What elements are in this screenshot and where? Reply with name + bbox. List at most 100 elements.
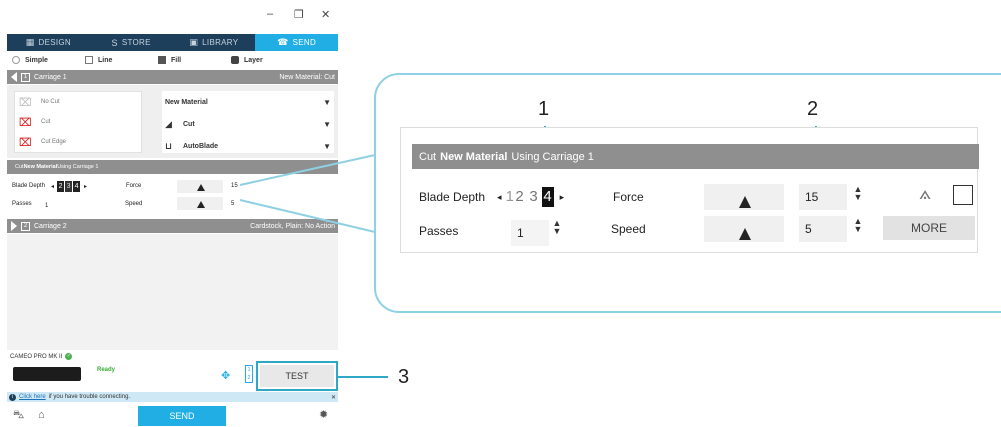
collapse-icon: [11, 72, 17, 82]
mode-layer[interactable]: Layer: [231, 56, 299, 64]
arrow-right-icon[interactable]: ▸: [560, 192, 565, 203]
minimize-button[interactable]: –: [267, 8, 273, 20]
zoom-force-input[interactable]: 15: [799, 184, 847, 210]
callout-1: 1: [538, 98, 550, 120]
tab-library[interactable]: ▣ LIBRARY: [173, 34, 256, 51]
material-dropdown[interactable]: New Material ▼: [162, 91, 334, 113]
option-cut-edge[interactable]: ⌧ Cut Edge: [15, 132, 141, 152]
passes-label: Passes: [12, 201, 32, 207]
blade-digit: 3: [65, 180, 73, 192]
arrow-right-icon[interactable]: ▸: [84, 183, 87, 190]
option-cut[interactable]: ⌧ Cut: [15, 112, 141, 132]
gear-icon[interactable]: ✹: [319, 408, 328, 421]
close-icon[interactable]: ✕: [331, 394, 336, 401]
dropdown-arrow-icon: ▼: [323, 97, 331, 107]
carriage-1-panel: ⌧ No Cut ⌧ Cut ⌧ Cut Edge New Material ▼…: [7, 85, 338, 158]
cut-header-prefix: Cut: [15, 164, 24, 170]
tab-send[interactable]: ☎ SEND: [255, 34, 338, 51]
speed-value[interactable]: 5: [231, 196, 234, 212]
mode-fill-label: Fill: [171, 56, 182, 64]
history-icon[interactable]: ⛍: [13, 409, 24, 423]
zoom-passes-input[interactable]: 1: [511, 220, 549, 246]
carriage-2-bar[interactable]: 2 Carriage 2 Cardstock, Plain: No Action: [7, 219, 338, 233]
zoom-header-material: New Material: [440, 150, 508, 163]
arrow-left-icon[interactable]: ◂: [497, 192, 502, 203]
force-spinner-icon[interactable]: ▲ ▼: [853, 185, 863, 202]
restore-button[interactable]: ❐: [294, 8, 304, 21]
more-button[interactable]: MORE: [883, 216, 975, 240]
zoomed-cut-settings: Cut New Material Using Carriage 1 Blade …: [400, 127, 979, 253]
cut-preview-icon[interactable]: ⟑: [919, 182, 931, 205]
cut-header-material: New Material: [23, 164, 58, 170]
option-no-cut-label: No Cut: [41, 99, 60, 105]
zoom-passes-value: 1: [517, 226, 524, 240]
tab-send-label: SEND: [292, 38, 317, 47]
force-value[interactable]: 15: [231, 178, 238, 194]
mode-selector: Simple Line Fill Layer: [7, 51, 338, 69]
passes-spinner-icon[interactable]: ▲ ▼: [552, 219, 562, 236]
send-button[interactable]: SEND: [138, 406, 226, 426]
material-value: New Material: [165, 98, 208, 106]
test-button[interactable]: TEST: [260, 365, 334, 387]
zoom-header-prefix: Cut: [419, 150, 437, 163]
close-button[interactable]: ✕: [321, 8, 330, 21]
arrow-left-icon[interactable]: ◂: [51, 183, 54, 190]
action-value: Cut: [183, 120, 195, 128]
zoom-header-suffix: Using Carriage 1: [511, 150, 594, 163]
option-cut-label: Cut: [41, 119, 51, 125]
tab-store[interactable]: S STORE: [90, 34, 173, 51]
blade-digit: 2: [513, 187, 526, 207]
mode-fill[interactable]: Fill: [158, 56, 226, 64]
blade-digit: 2: [57, 180, 65, 192]
mode-line-label: Line: [98, 56, 113, 64]
nav-tabs: ▦ DESIGN S STORE ▣ LIBRARY ☎ SEND: [7, 34, 338, 51]
zoom-blade-depth-label: Blade Depth: [419, 190, 486, 204]
force-label: Force: [126, 183, 142, 189]
slider-thumb[interactable]: [197, 184, 205, 191]
blade-depth-row: Blade Depth ◂ 2 3 4 ▸: [12, 178, 87, 194]
cut-settings: Blade Depth ◂ 2 3 4 ▸ Force 15 Passes 1 …: [7, 174, 338, 214]
zoom-speed-slider[interactable]: [704, 216, 784, 242]
speed-slider[interactable]: [177, 197, 223, 210]
slider-thumb[interactable]: [739, 196, 751, 208]
mode-layer-label: Layer: [244, 56, 263, 64]
tab-design[interactable]: ▦ DESIGN: [7, 34, 90, 51]
carriage-2-material: Cardstock, Plain: No Action: [250, 222, 335, 230]
speed-spinner-icon[interactable]: ▲ ▼: [853, 217, 863, 234]
passes-value[interactable]: 1: [45, 198, 48, 214]
zoom-speed-input[interactable]: 5: [799, 216, 847, 242]
option-no-cut[interactable]: ⌧ No Cut: [15, 92, 141, 112]
slider-thumb[interactable]: [739, 228, 751, 240]
mode-simple[interactable]: Simple: [12, 56, 80, 64]
force-slider[interactable]: [177, 180, 223, 193]
connection-info-bar: i Click here if you have trouble connect…: [7, 392, 338, 402]
carriage-1-bar[interactable]: 1 Carriage 1 New Material: Cut: [7, 70, 338, 84]
move-arrows-icon[interactable]: ✥: [221, 369, 230, 382]
zoom-force-value: 15: [805, 190, 819, 204]
tool-dropdown[interactable]: ⊔ AutoBlade ▼: [162, 135, 334, 157]
carriage-select-icon[interactable]: 12: [245, 365, 253, 383]
speed-label: Speed: [125, 201, 143, 207]
tab-library-label: LIBRARY: [202, 38, 239, 47]
carriage-1-material: New Material: Cut: [279, 73, 335, 81]
expand-icon: [11, 221, 17, 231]
zoom-force-label: Force: [613, 190, 644, 204]
tutorial-icon[interactable]: ⌂: [38, 409, 45, 421]
blade-digit: 4: [73, 180, 81, 192]
cut-edge-icon: ⌧: [19, 136, 32, 149]
square-icon[interactable]: [953, 185, 973, 205]
machine-name-row: CAMEO PRO MK II ✓: [10, 353, 73, 360]
bottom-bar: ⛍ ⌂ SEND ✹: [7, 403, 338, 427]
zoom-force-slider[interactable]: [704, 184, 784, 210]
help-link[interactable]: Click here: [19, 394, 46, 400]
action-dropdown[interactable]: ◢ Cut ▼: [162, 113, 334, 135]
tab-design-label: DESIGN: [38, 38, 72, 47]
mode-line[interactable]: Line: [85, 56, 153, 64]
slider-thumb[interactable]: [197, 201, 205, 208]
blade-depth-label: Blade Depth: [12, 183, 46, 189]
layer-mode-icon: [231, 56, 239, 64]
zoom-speed-value: 5: [805, 222, 812, 236]
option-cut-edge-label: Cut Edge: [41, 139, 67, 145]
callout-3: 3: [398, 366, 410, 388]
carriage-1-label: Carriage 1: [34, 73, 67, 81]
